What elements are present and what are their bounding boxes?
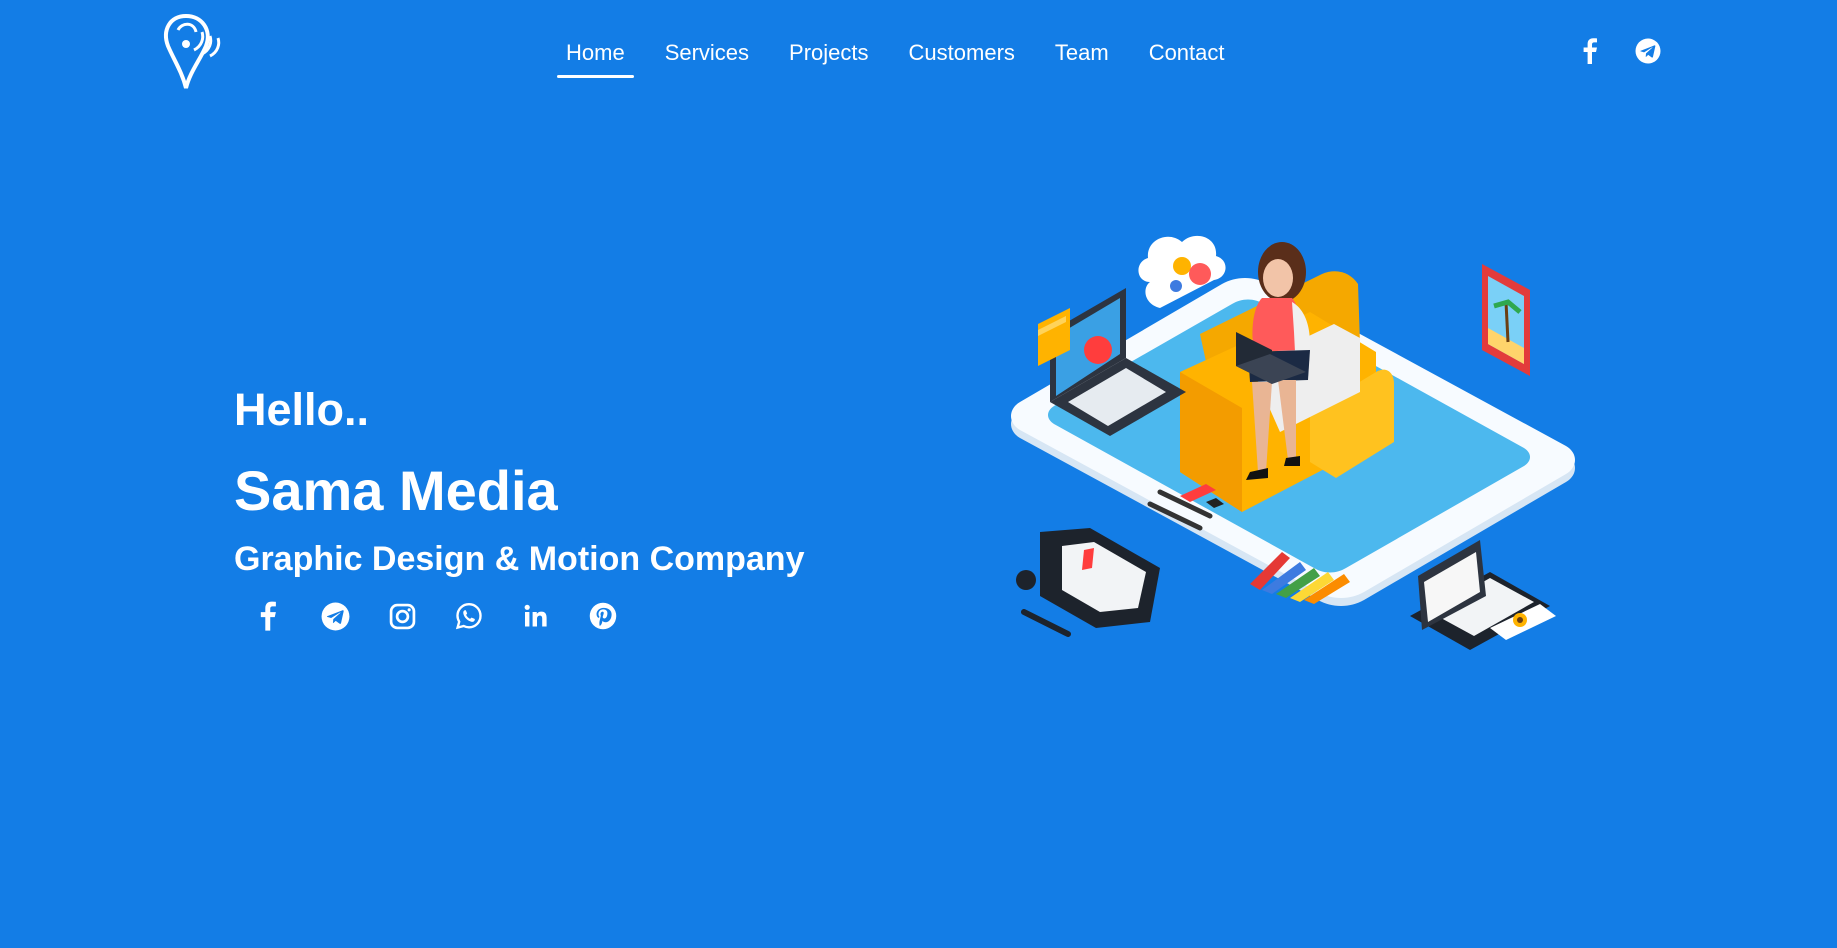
logo[interactable] bbox=[160, 10, 224, 92]
facebook-icon[interactable] bbox=[246, 596, 290, 636]
nav-services[interactable]: Services bbox=[655, 36, 759, 78]
hero-greeting: Hello.. bbox=[234, 384, 370, 435]
nav-contact[interactable]: Contact bbox=[1139, 36, 1235, 78]
company-tagline: Graphic Design & Motion Company bbox=[234, 540, 805, 578]
telegram-icon[interactable] bbox=[313, 596, 357, 636]
instagram-icon[interactable] bbox=[380, 596, 424, 636]
designer-illustration bbox=[1011, 235, 1575, 650]
linkedin-icon[interactable] bbox=[514, 596, 558, 636]
hero-social-links bbox=[246, 596, 804, 636]
nav-team[interactable]: Team bbox=[1045, 36, 1119, 78]
pinterest-icon[interactable] bbox=[581, 596, 625, 636]
facebook-icon[interactable] bbox=[1572, 34, 1608, 68]
page: Home Services Projects Customers Team Co… bbox=[0, 0, 1837, 948]
hero-section: Hello.. Sama Media Graphic Design & Moti… bbox=[234, 382, 804, 636]
main-nav: Home Services Projects Customers Team Co… bbox=[556, 36, 1255, 78]
header-social-links bbox=[1572, 34, 1688, 68]
nav-customers[interactable]: Customers bbox=[899, 36, 1025, 78]
telegram-icon[interactable] bbox=[1630, 34, 1666, 68]
nav-home[interactable]: Home bbox=[556, 36, 635, 78]
company-name: Sama Media bbox=[234, 459, 558, 522]
nav-projects[interactable]: Projects bbox=[779, 36, 878, 78]
whatsapp-icon[interactable] bbox=[447, 596, 491, 636]
